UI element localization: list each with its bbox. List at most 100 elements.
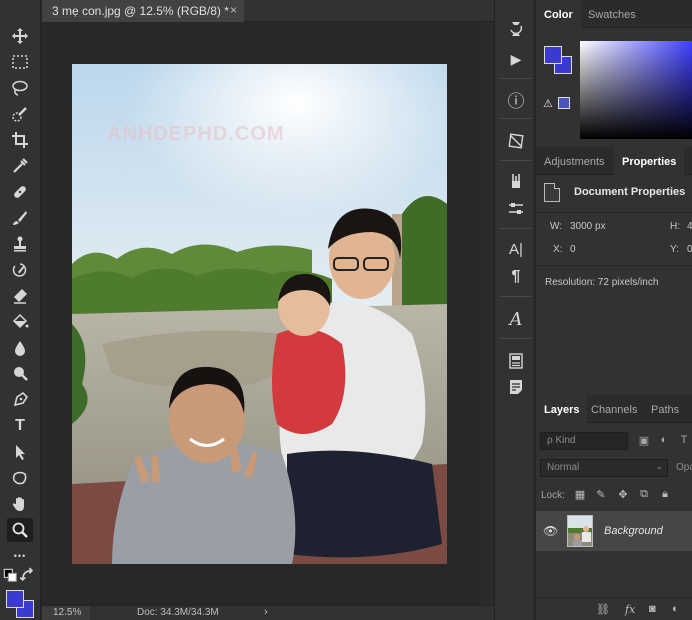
y-value[interactable]: 0 [687,244,692,255]
tab-channels[interactable]: Channels [583,395,645,423]
glyphs-icon[interactable]: A [504,308,528,330]
layer-row[interactable]: 👁︎ Background [536,511,692,551]
path-select-icon[interactable] [7,440,33,464]
width-value[interactable]: 3000 px [570,221,606,232]
layer-filter-select[interactable]: ρ Kind [540,432,628,450]
type-icon[interactable]: T [7,414,33,438]
canvas-area[interactable]: ANHDEPHD.COM [42,23,478,605]
color-foreground-swatch[interactable] [544,46,562,64]
character-icon[interactable]: A| [504,238,528,260]
tab-layers[interactable]: Layers [536,395,588,423]
height-value[interactable]: 4 [687,221,692,232]
eyedropper-icon[interactable] [7,154,33,178]
adjust-icon[interactable] [504,130,528,152]
add-mask-icon[interactable]: ◙ [649,603,656,615]
lock-label: Lock: [541,490,565,501]
chevron-down-icon: ⌄ [655,461,663,471]
more-icon[interactable]: ••• [7,544,33,568]
eraser-icon[interactable] [7,284,33,308]
paragraph-icon[interactable]: ¶ [504,266,528,288]
dock-divider [500,160,531,161]
properties-panel-tabs: Adjustments Properties [536,147,692,175]
lock-artboard-icon[interactable]: ⧉ [637,488,651,502]
pen-icon[interactable] [7,388,33,412]
foreground-color-swatch[interactable] [6,590,24,608]
quick-select-icon[interactable] [7,102,33,126]
blend-mode-select[interactable]: Normal ⌄ [540,459,668,477]
blend-mode-value: Normal [547,462,580,473]
tab-color[interactable]: Color [536,0,581,28]
adjustment-layer-icon[interactable]: ◐ [672,603,679,615]
layer-name[interactable]: Background [604,525,663,537]
default-colors-icon[interactable] [3,568,19,584]
document-size-readout: Doc: 34.3M/34.3M [137,607,219,618]
properties-divider [536,265,692,266]
properties-header: Document Properties [544,182,692,204]
lock-transparent-icon[interactable]: ▦ [573,488,587,502]
dock-divider [500,118,531,119]
stamp-icon[interactable] [7,232,33,256]
libraries-icon[interactable] [504,350,528,372]
x-value[interactable]: 0 [570,244,576,255]
crop-icon[interactable] [7,128,33,152]
tool-presets-icon[interactable] [504,198,528,220]
zoom-icon[interactable] [7,518,33,542]
history-icon[interactable] [504,18,528,40]
tab-properties[interactable]: Properties [614,147,685,175]
properties-panel: Adjustments Properties Document Properti… [536,147,692,394]
dock-divider [500,228,531,229]
y-label: Y: [670,244,679,255]
paint-bucket-icon[interactable] [7,310,33,334]
color-picker-field[interactable] [580,41,692,139]
tab-paths[interactable]: Paths [643,395,687,423]
document-image[interactable]: ANHDEPHD.COM [72,64,447,564]
filter-adjustment-icon[interactable]: ◐ [657,434,671,448]
height-label: H: [670,221,680,232]
shape-icon[interactable] [7,466,33,490]
document-tab-bar: 3 mẹ con.jpg @ 12.5% (RGB/8) * × [42,0,494,22]
dodge-icon[interactable] [7,362,33,386]
blur-icon[interactable] [7,336,33,360]
properties-title: Document Properties [574,186,686,198]
lasso-icon[interactable] [7,76,33,100]
zoom-level-field[interactable]: 12.5% [42,606,90,620]
move-icon[interactable] [7,24,33,48]
close-icon[interactable]: × [230,3,237,17]
gamut-warning-icon[interactable]: ⚠ [543,97,553,110]
tab-swatches[interactable]: Swatches [580,0,644,28]
resolution-readout: Resolution: 72 pixels/inch [545,277,659,288]
document-tab[interactable]: 3 mẹ con.jpg @ 12.5% (RGB/8) * × [42,0,244,22]
brush-settings-icon[interactable] [504,170,528,192]
vertical-scrollbar[interactable] [478,23,494,605]
tab-adjustments[interactable]: Adjustments [536,147,613,175]
swap-colors-icon[interactable] [20,567,36,584]
filter-type-icon[interactable]: T [677,434,691,448]
lock-all-icon[interactable]: 🔒︎ [658,488,672,502]
lock-position-icon[interactable]: ✥ [616,488,630,502]
color-panel-tabs: Color Swatches [536,0,692,28]
info-icon[interactable]: ⓘ [504,88,528,111]
hand-icon[interactable] [7,492,33,516]
dock-divider [500,338,531,339]
eye-icon[interactable]: 👁︎ [543,524,558,538]
marquee-icon[interactable] [7,50,33,74]
filter-pixel-icon[interactable]: ▣ [637,434,651,448]
healing-icon[interactable] [7,180,33,204]
document-icon [544,183,560,202]
layer-thumbnail [567,515,593,547]
tools-panel: T ••• [0,0,41,620]
fx-icon[interactable]: fx [625,603,635,616]
status-bar: 12.5% Doc: 34.3M/34.3M › [42,605,494,620]
lock-image-icon[interactable]: ✎ [594,488,608,502]
link-icon[interactable]: ⛓︎ [596,603,610,616]
gamut-warning-swatch[interactable] [558,97,570,109]
dock-divider [500,78,531,79]
notes-icon[interactable] [504,376,528,398]
properties-divider [536,212,692,213]
brush-icon[interactable] [7,206,33,230]
actions-icon[interactable]: ▶ [504,48,528,70]
layers-panel: Layers Channels Paths ρ Kind ▣ ◐ T Norma… [536,395,692,620]
status-menu-arrow-icon[interactable]: › [264,606,268,618]
opacity-label: Opa [676,462,692,473]
history-brush-icon[interactable] [7,258,33,282]
